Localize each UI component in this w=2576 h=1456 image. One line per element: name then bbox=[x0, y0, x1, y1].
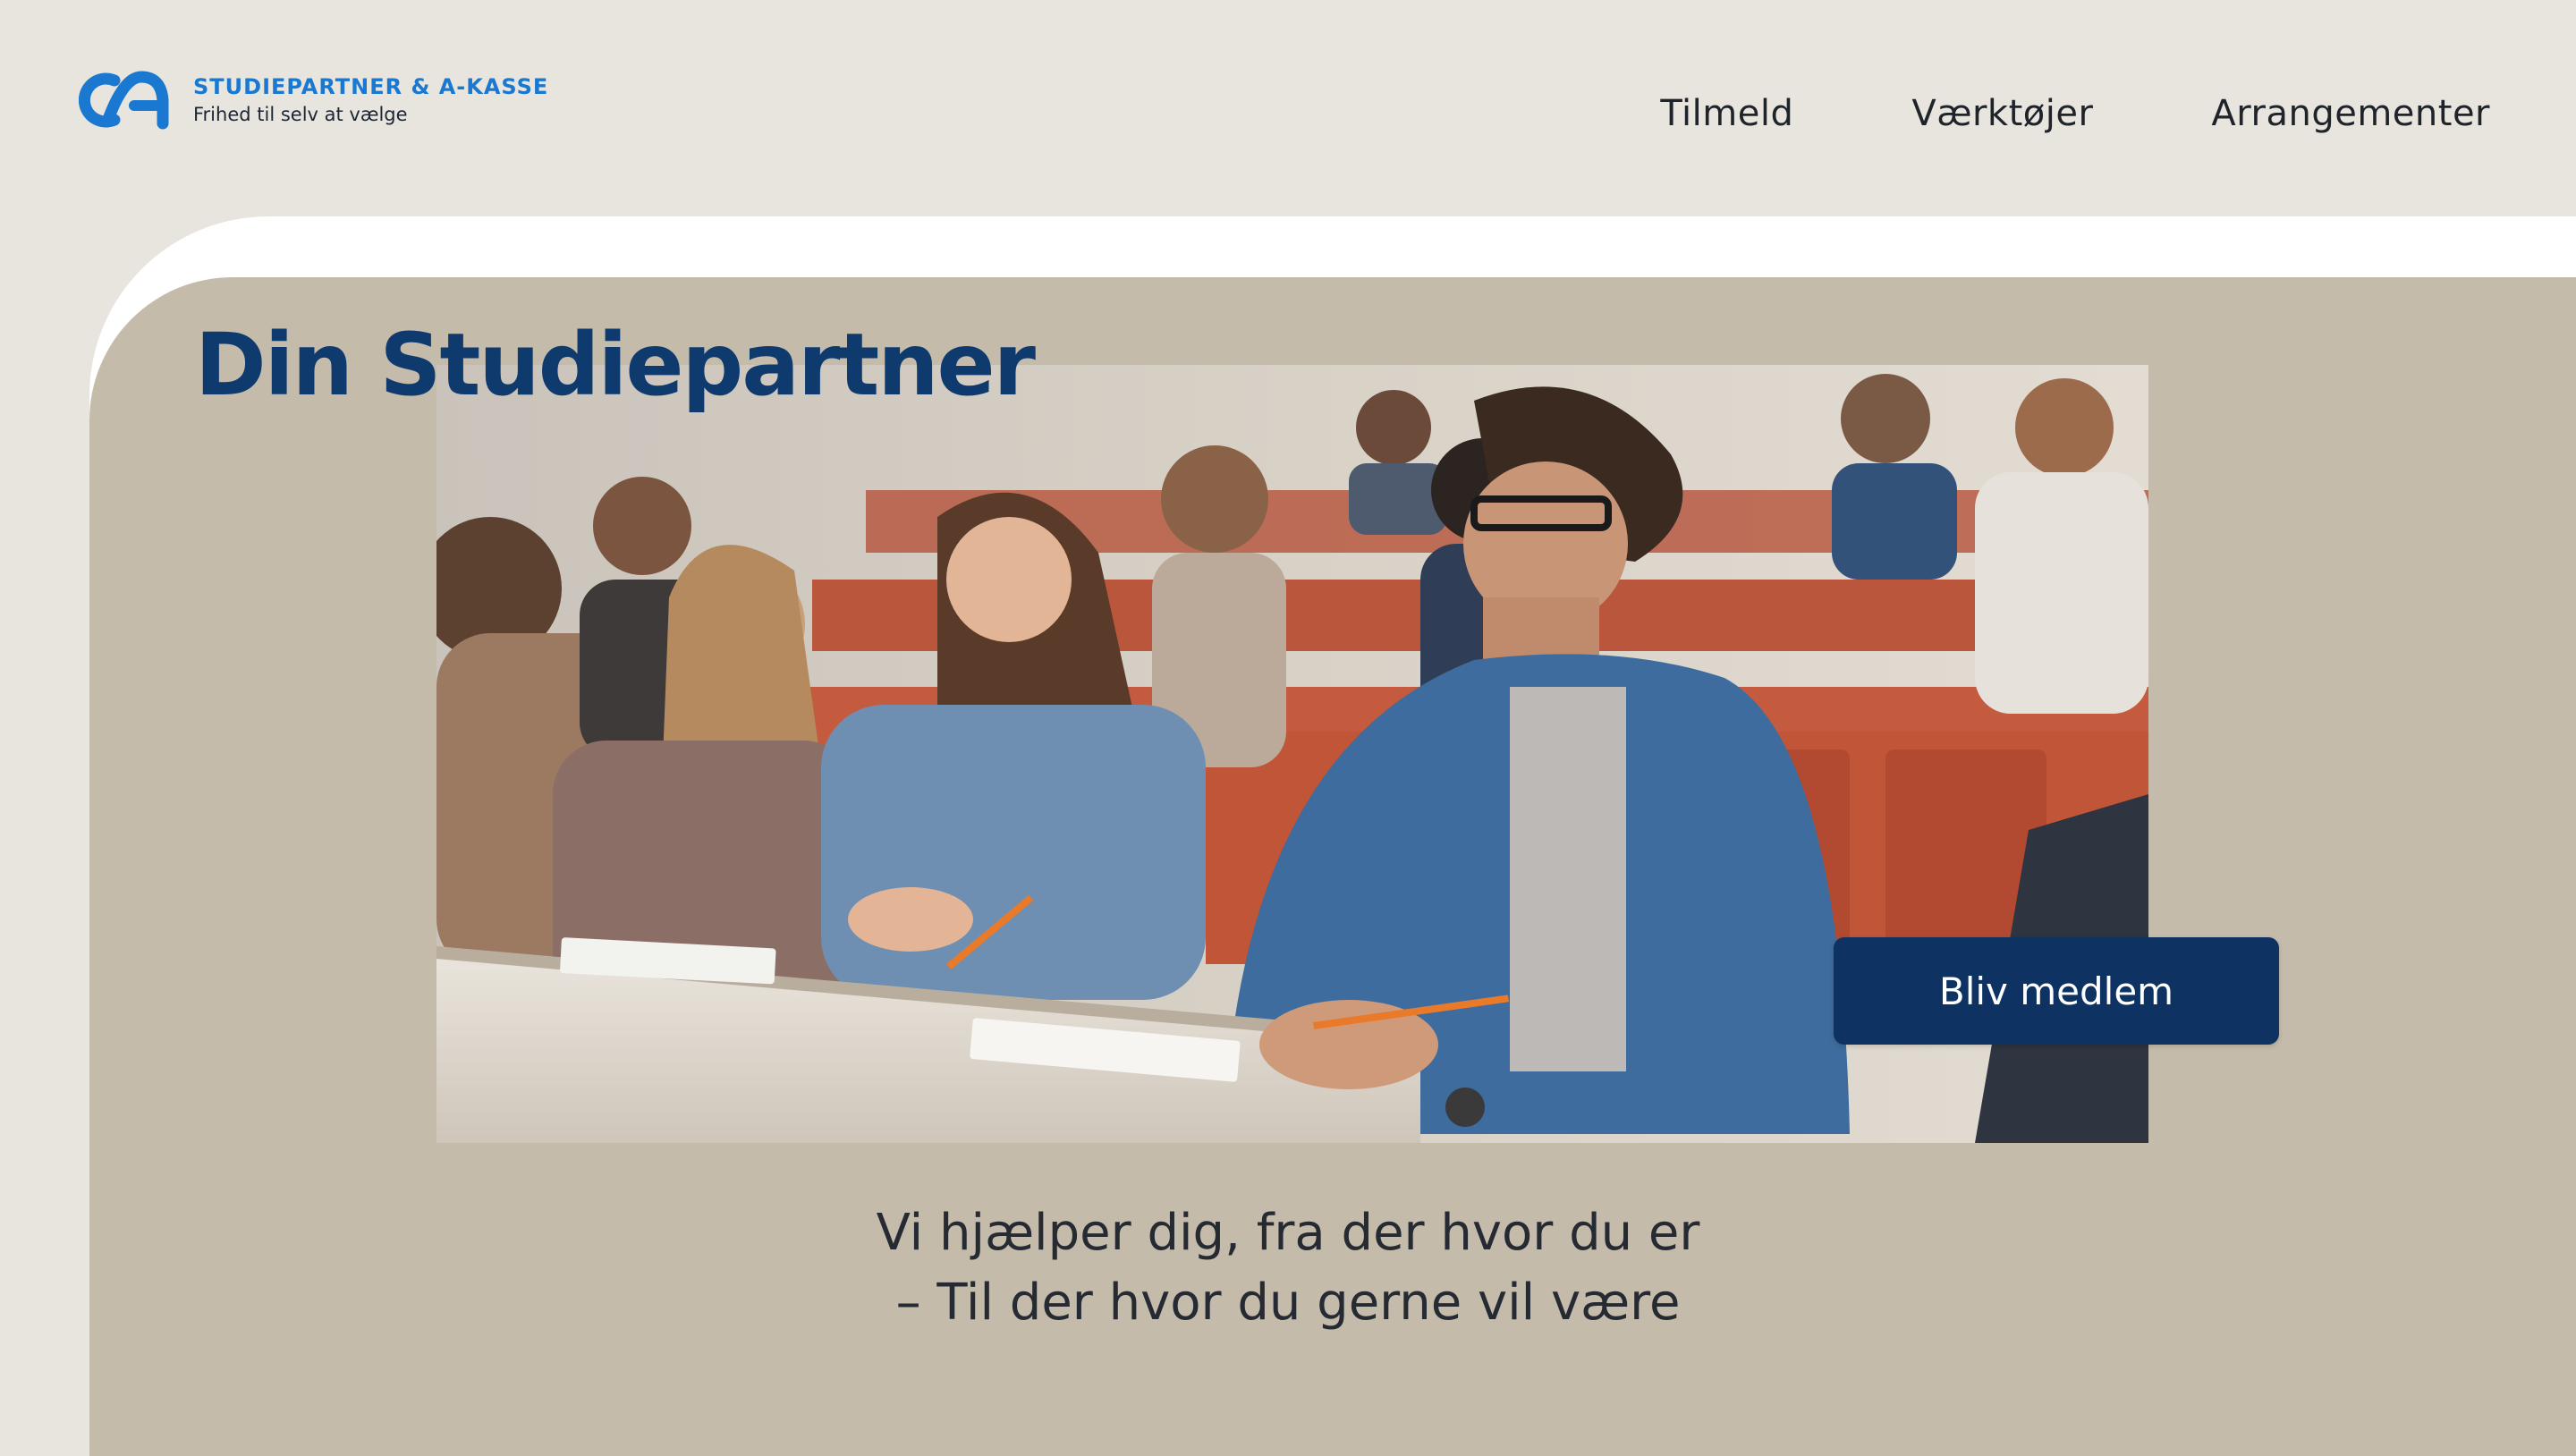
nav-item-tilmeld[interactable]: Tilmeld bbox=[1660, 93, 1793, 134]
nav-item-vaerktoejer[interactable]: Værktøjer bbox=[1911, 93, 2093, 134]
logo-title: STUDIEPARTNER & A-KASSE bbox=[193, 74, 549, 99]
hero-subtitle-line-2: – Til der hvor du gerne vil være bbox=[895, 1274, 1681, 1332]
ca-logo-icon bbox=[78, 71, 169, 130]
logo-text: STUDIEPARTNER & A-KASSE Frihed til selv … bbox=[193, 72, 548, 128]
logo-link[interactable]: STUDIEPARTNER & A-KASSE Frihed til selv … bbox=[68, 68, 548, 132]
site-header: STUDIEPARTNER & A-KASSE Frihed til selv … bbox=[0, 0, 2576, 216]
join-button[interactable]: Bliv medlem bbox=[1834, 937, 2279, 1045]
nav-item-arrangementer[interactable]: Arrangementer bbox=[2211, 93, 2490, 134]
hero-subtitle: Vi hjælper dig, fra der hvor du er – Til… bbox=[0, 1198, 2576, 1338]
hero-subtitle-line-1: Vi hjælper dig, fra der hvor du er bbox=[876, 1204, 1700, 1262]
logo-tagline: Frihed til selv at vælge bbox=[193, 104, 408, 125]
main-nav: Tilmeld Værktøjer Arrangementer bbox=[1660, 93, 2490, 134]
page-title: Din Studiepartner bbox=[195, 315, 1036, 415]
